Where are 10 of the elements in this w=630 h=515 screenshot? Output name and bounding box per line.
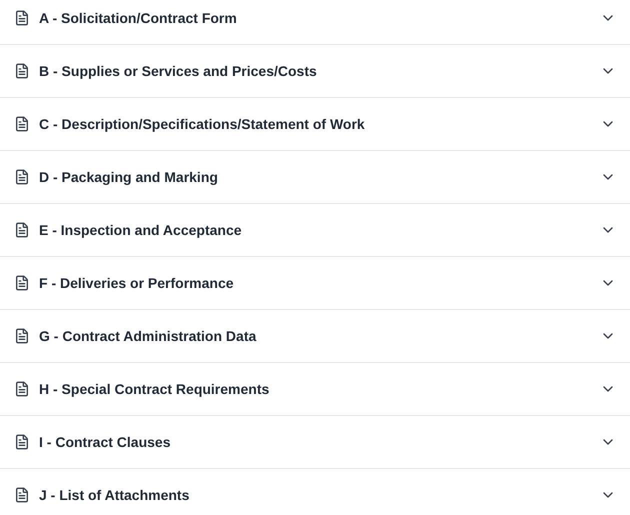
- document-icon: [14, 434, 30, 450]
- document-icon: [14, 275, 30, 291]
- document-icon: [14, 328, 30, 344]
- document-icon: [14, 381, 30, 397]
- document-icon: [14, 10, 30, 26]
- document-icon: [14, 487, 30, 503]
- document-icon: [14, 222, 30, 238]
- document-icon: [14, 116, 30, 132]
- document-icon: [14, 63, 30, 79]
- document-icon: [14, 169, 30, 185]
